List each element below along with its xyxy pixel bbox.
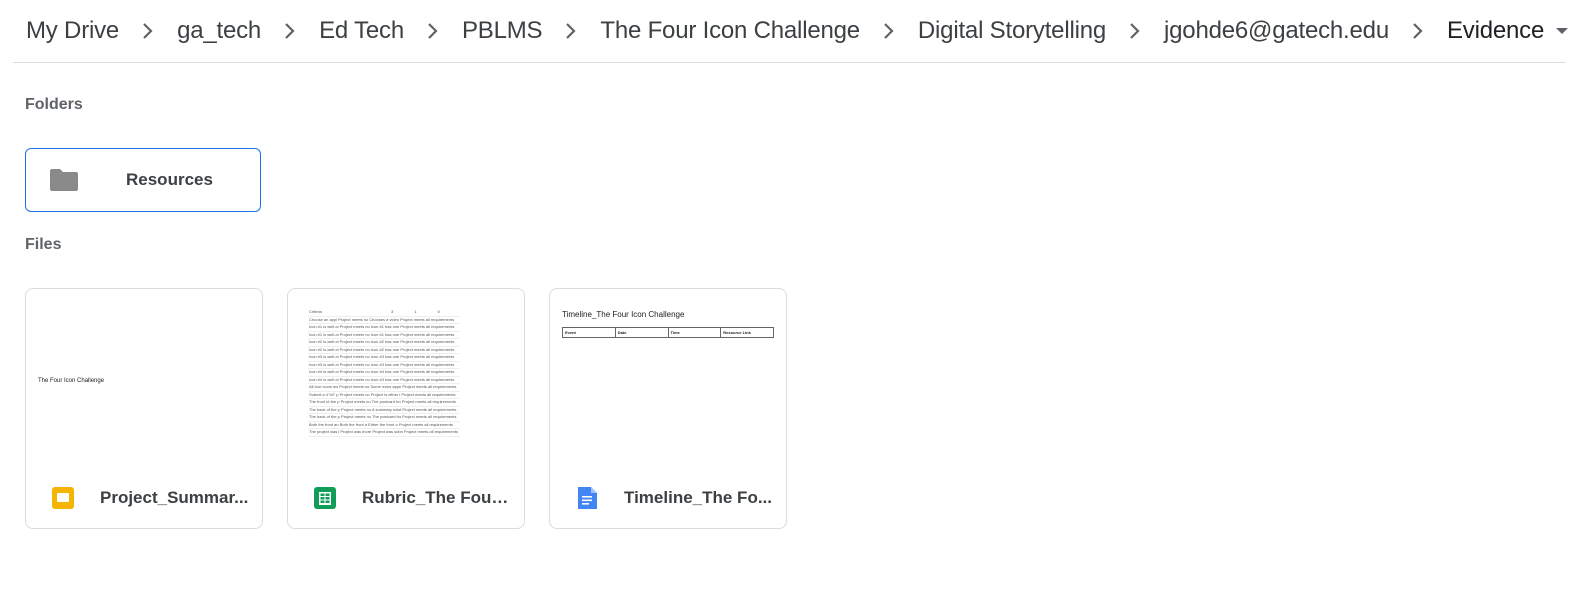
sheet-cell: Icon #2 is well-ct Project meets no Icon… — [308, 346, 460, 354]
chevron-right-icon — [1128, 22, 1142, 40]
folder-name: Resources — [126, 170, 213, 189]
sheet-row: Icon #4 is well-ct Project meets no Icon… — [308, 368, 460, 377]
sheet-row: Icon #1 is well-ct Project meets no Icon… — [308, 323, 460, 332]
header-divider — [13, 62, 1566, 63]
sheet-cell: All four icons wo Project meets no Some … — [308, 383, 460, 392]
sheet-cell: Choose an appl Project meets no Chooses … — [308, 316, 460, 324]
doc-table-header-cell: Date — [614, 327, 669, 338]
breadcrumb-item-digital-storytelling[interactable]: Digital Storytelling — [918, 17, 1106, 45]
chevron-right-icon — [141, 22, 155, 40]
sheet-row: Choose an appl Project meets no Chooses … — [308, 316, 460, 324]
breadcrumb-item-my-drive[interactable]: My Drive — [26, 17, 119, 45]
sheet-row: The front of the p Project meets no The … — [308, 398, 460, 407]
chevron-right-icon — [1411, 22, 1425, 40]
sheet-row: Icon #3 is well-ct Project meets no Icon… — [308, 361, 460, 369]
doc-table-header-cell: Time — [667, 327, 722, 338]
sheet-row: The back of the p Project meets no A sum… — [308, 406, 460, 414]
sheet-cell: Submit a 4"x6" p Project meets no Projec… — [308, 391, 460, 399]
file-thumbnail: The Four Icon Challenge — [26, 289, 262, 467]
breadcrumb-item-user-email[interactable]: jgohde6@gatech.edu — [1164, 17, 1389, 45]
file-card-project-summary[interactable]: The Four Icon Challenge Project_Summar..… — [25, 288, 263, 529]
file-thumbnail: Criteria 3 1 0 Choose an appl Project me… — [288, 289, 524, 467]
sheet-cell: Icon #1 is well-ct Project meets no Icon… — [308, 331, 460, 339]
sheet-cell: The back of the p Project meets no The p… — [308, 413, 460, 422]
file-card-rubric[interactable]: Criteria 3 1 0 Choose an appl Project me… — [287, 288, 525, 529]
google-sheets-icon — [314, 487, 336, 509]
chevron-right-icon — [426, 22, 440, 40]
folder-card-resources[interactable]: Resources — [25, 148, 261, 212]
sheet-cell: Icon #3 is well-ct Project meets no Icon… — [308, 353, 460, 362]
sheet-cell: Icon #4 is well-ct Project meets no Icon… — [308, 376, 460, 384]
sheet-cell: The front of the p Project meets no The … — [308, 398, 460, 407]
thumbnail-spreadsheet: Criteria 3 1 0 Choose an appl Project me… — [308, 309, 460, 437]
sheet-row: Icon #1 is well-ct Project meets no Icon… — [308, 331, 460, 339]
sheet-row: Icon #2 is well-ct Project meets no Icon… — [308, 346, 460, 354]
google-slides-icon — [52, 487, 74, 509]
breadcrumb-item-ga-tech[interactable]: ga_tech — [177, 17, 261, 45]
file-name: Timeline_The Fo... — [624, 488, 772, 507]
sheet-header-row: Criteria 3 1 0 — [308, 309, 460, 317]
sheet-row: Both the front an Both the front a Eithe… — [308, 421, 460, 429]
sheet-row: Submit a 4"x6" p Project meets no Projec… — [308, 391, 460, 399]
sheet-row: Icon #3 is well-ct Project meets no Icon… — [308, 353, 460, 362]
sheet-row: All four icons wo Project meets no Some … — [308, 383, 460, 392]
sheet-cell: Icon #4 is well-ct Project meets no Icon… — [308, 368, 460, 377]
sheet-row: Icon #4 is well-ct Project meets no Icon… — [308, 376, 460, 384]
sheet-header-cell: 1 — [413, 309, 437, 317]
file-name: Rubric_The Four ... — [362, 488, 512, 507]
caret-down-icon[interactable] — [1556, 27, 1569, 35]
sheet-cell: Icon #2 is well-ct Project meets no Icon… — [308, 338, 460, 347]
sheet-cell: Icon #1 is well-ct Project meets no Icon… — [308, 323, 460, 332]
breadcrumb-item-pblms[interactable]: PBLMS — [462, 17, 543, 45]
doc-table-header-cell: Resource Link — [720, 327, 774, 338]
thumbnail-doc-table: Event Date Time Resource Link — [562, 327, 774, 338]
sheet-cell: Icon #3 is well-ct Project meets no Icon… — [308, 361, 460, 369]
sheet-header-cell: 0 — [436, 309, 460, 317]
thumbnail-doc-title: Timeline_The Four Icon Challenge — [562, 310, 685, 319]
sheet-header-cell: Criteria — [308, 309, 390, 317]
thumbnail-slide-title: The Four Icon Challenge — [38, 378, 105, 384]
chevron-right-icon — [882, 22, 896, 40]
file-name: Project_Summar... — [100, 488, 249, 507]
sheet-cell: Both the front an Both the front a Eithe… — [308, 421, 460, 429]
files-section-label: Files — [25, 236, 62, 253]
folders-section-label: Folders — [25, 96, 83, 113]
breadcrumb-current-folder[interactable]: Evidence — [1447, 17, 1544, 45]
folder-icon — [50, 169, 78, 191]
chevron-right-icon — [564, 22, 578, 40]
chevron-right-icon — [283, 22, 297, 40]
sheet-row: The back of the p Project meets no The p… — [308, 413, 460, 422]
breadcrumb-item-four-icon-challenge[interactable]: The Four Icon Challenge — [600, 17, 860, 45]
breadcrumb: My Drive ga_tech Ed Tech PBLMS The Four … — [0, 0, 1569, 62]
doc-table-header-cell: Event — [562, 327, 616, 338]
sheet-cell: The project was i Project was more Proje… — [308, 428, 460, 437]
sheet-header-cell: 3 — [390, 309, 414, 317]
sheet-row: The project was i Project was more Proje… — [308, 428, 460, 437]
file-thumbnail: Timeline_The Four Icon Challenge Event D… — [550, 289, 786, 467]
sheet-row: Icon #2 is well-ct Project meets no Icon… — [308, 338, 460, 347]
breadcrumb-item-ed-tech[interactable]: Ed Tech — [319, 17, 404, 45]
google-docs-icon — [578, 487, 597, 509]
file-card-timeline[interactable]: Timeline_The Four Icon Challenge Event D… — [549, 288, 787, 529]
sheet-cell: The back of the p Project meets no A sum… — [308, 406, 460, 414]
doc-table-header-row: Event Date Time Resource Link — [562, 327, 774, 338]
